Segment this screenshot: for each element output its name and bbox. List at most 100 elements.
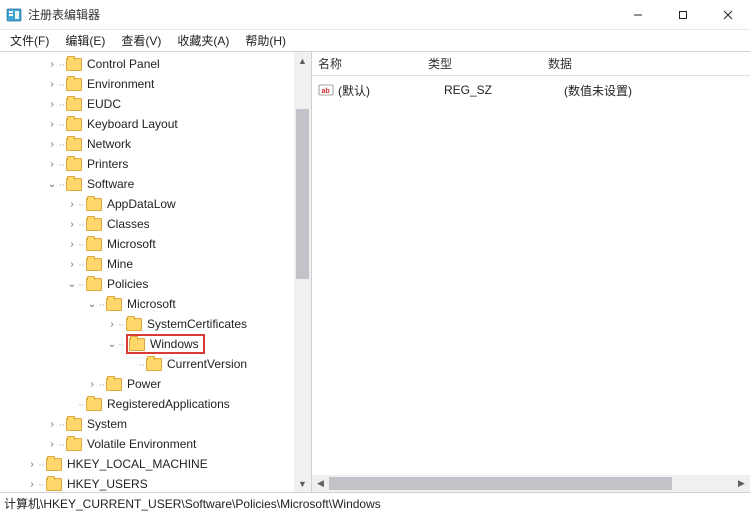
tree-node[interactable]: ··SystemCertificates (0, 314, 294, 334)
chevron-right-icon[interactable] (46, 79, 58, 90)
folder-icon (46, 458, 62, 471)
chevron-right-icon[interactable] (46, 159, 58, 170)
tree-node[interactable]: ·· RegisteredApplications (0, 394, 294, 414)
tree-node[interactable]: ··EUDC (0, 94, 294, 114)
chevron-right-icon[interactable] (66, 199, 78, 210)
tree-node[interactable]: ··Network (0, 134, 294, 154)
tree-node[interactable]: ··Mine (0, 254, 294, 274)
menu-help[interactable]: 帮助(H) (237, 30, 294, 51)
chevron-down-icon[interactable] (66, 279, 78, 290)
tree-node[interactable]: ··Volatile Environment (0, 434, 294, 454)
tree-guide: ·· (58, 117, 64, 131)
chevron-right-icon[interactable] (46, 119, 58, 130)
tree-node[interactable]: ··System (0, 414, 294, 434)
tree-node-label: Volatile Environment (87, 437, 196, 451)
tree-node[interactable]: ··Keyboard Layout (0, 114, 294, 134)
tree-node[interactable]: ··HKEY_USERS (0, 474, 294, 492)
tree-scrollbar[interactable]: ▲ ▼ (294, 52, 311, 492)
folder-icon (66, 58, 82, 71)
tree-guide: ·· (58, 177, 64, 191)
tree-node[interactable]: ··Microsoft (0, 234, 294, 254)
tree-node[interactable]: ··Power (0, 374, 294, 394)
chevron-right-icon[interactable] (86, 379, 98, 390)
tree-node[interactable]: ··Microsoft (0, 294, 294, 314)
scroll-up-button[interactable]: ▲ (294, 52, 311, 69)
tree-guide: ·· (78, 237, 84, 251)
scroll-track[interactable] (294, 69, 311, 475)
tree-node[interactable]: ··Policies (0, 274, 294, 294)
tree-guide: ·· (118, 337, 124, 351)
tree-guide: ·· (78, 257, 84, 271)
chevron-right-icon[interactable] (46, 139, 58, 150)
close-button[interactable] (705, 0, 750, 29)
maximize-button[interactable] (660, 0, 705, 29)
tree-node[interactable]: ··HKEY_LOCAL_MACHINE (0, 454, 294, 474)
menu-favorites[interactable]: 收藏夹(A) (169, 30, 237, 51)
hscroll-left-button[interactable]: ◀ (312, 475, 329, 492)
tree-guide: ·· (58, 57, 64, 71)
highlighted-node[interactable]: Windows (126, 334, 205, 354)
tree-node-label: EUDC (87, 97, 121, 111)
tree-node-label: RegisteredApplications (107, 397, 230, 411)
folder-icon (66, 438, 82, 451)
chevron-down-icon[interactable] (46, 179, 58, 190)
tree-node[interactable]: ··CurrentVersion (0, 354, 294, 374)
tree-guide: ·· (38, 457, 44, 471)
chevron-right-icon[interactable] (46, 99, 58, 110)
registry-tree[interactable]: ··Control Panel··Environment··EUDC··Keyb… (0, 52, 294, 492)
list-h-scrollbar[interactable]: ◀ ▶ (312, 475, 750, 492)
string-value-icon: ab (318, 82, 334, 98)
folder-icon (86, 198, 102, 211)
regedit-icon (6, 7, 22, 23)
folder-icon (46, 478, 62, 491)
status-bar: 计算机\HKEY_CURRENT_USER\Software\Policies\… (0, 492, 750, 514)
chevron-right-icon[interactable] (66, 219, 78, 230)
tree-node[interactable]: ··Printers (0, 154, 294, 174)
tree-guide: ·· (78, 217, 84, 231)
chevron-down-icon[interactable] (106, 339, 118, 350)
folder-icon (86, 398, 102, 411)
chevron-down-icon[interactable] (86, 299, 98, 310)
list-row[interactable]: ab (默认) REG_SZ (数值未设置) (318, 80, 750, 100)
cell-name: (默认) (338, 82, 444, 99)
chevron-right-icon[interactable] (46, 419, 58, 430)
folder-icon (86, 218, 102, 231)
column-type[interactable]: 类型 (428, 55, 548, 72)
hscroll-track[interactable] (329, 475, 733, 492)
tree-node[interactable]: ··AppDataLow (0, 194, 294, 214)
tree-guide: ·· (78, 397, 84, 411)
menu-edit[interactable]: 编辑(E) (57, 30, 113, 51)
hscroll-thumb[interactable] (329, 477, 672, 490)
chevron-right-icon[interactable] (46, 439, 58, 450)
column-data[interactable]: 数据 (548, 55, 750, 72)
tree-node[interactable]: ··Environment (0, 74, 294, 94)
tree-node[interactable]: ··Software (0, 174, 294, 194)
minimize-button[interactable] (615, 0, 660, 29)
cell-type: REG_SZ (444, 83, 564, 97)
menu-file[interactable]: 文件(F) (2, 30, 57, 51)
tree-node[interactable]: ··Windows (0, 334, 294, 354)
tree-node[interactable]: ··Classes (0, 214, 294, 234)
tree-guide: ·· (78, 197, 84, 211)
tree-node-label: System (87, 417, 127, 431)
folder-icon (106, 378, 122, 391)
scroll-down-button[interactable]: ▼ (294, 475, 311, 492)
menu-view[interactable]: 查看(V) (113, 30, 169, 51)
tree-node[interactable]: ··Control Panel (0, 54, 294, 74)
chevron-right-icon[interactable] (26, 479, 38, 490)
column-name[interactable]: 名称 (318, 55, 428, 72)
folder-icon (86, 278, 102, 291)
tree-guide: ·· (78, 277, 84, 291)
tree-guide: ·· (118, 317, 124, 331)
list-pane: 名称 类型 数据 ab (默认) REG_SZ (数值未设置) ◀ (312, 52, 750, 492)
chevron-right-icon[interactable] (46, 59, 58, 70)
chevron-right-icon[interactable] (66, 259, 78, 270)
hscroll-right-button[interactable]: ▶ (733, 475, 750, 492)
tree-guide: ·· (58, 137, 64, 151)
folder-icon (146, 358, 162, 371)
chevron-right-icon[interactable] (26, 459, 38, 470)
scroll-thumb[interactable] (296, 109, 309, 279)
folder-icon (129, 338, 145, 351)
chevron-right-icon[interactable] (66, 239, 78, 250)
chevron-right-icon[interactable] (106, 319, 118, 330)
